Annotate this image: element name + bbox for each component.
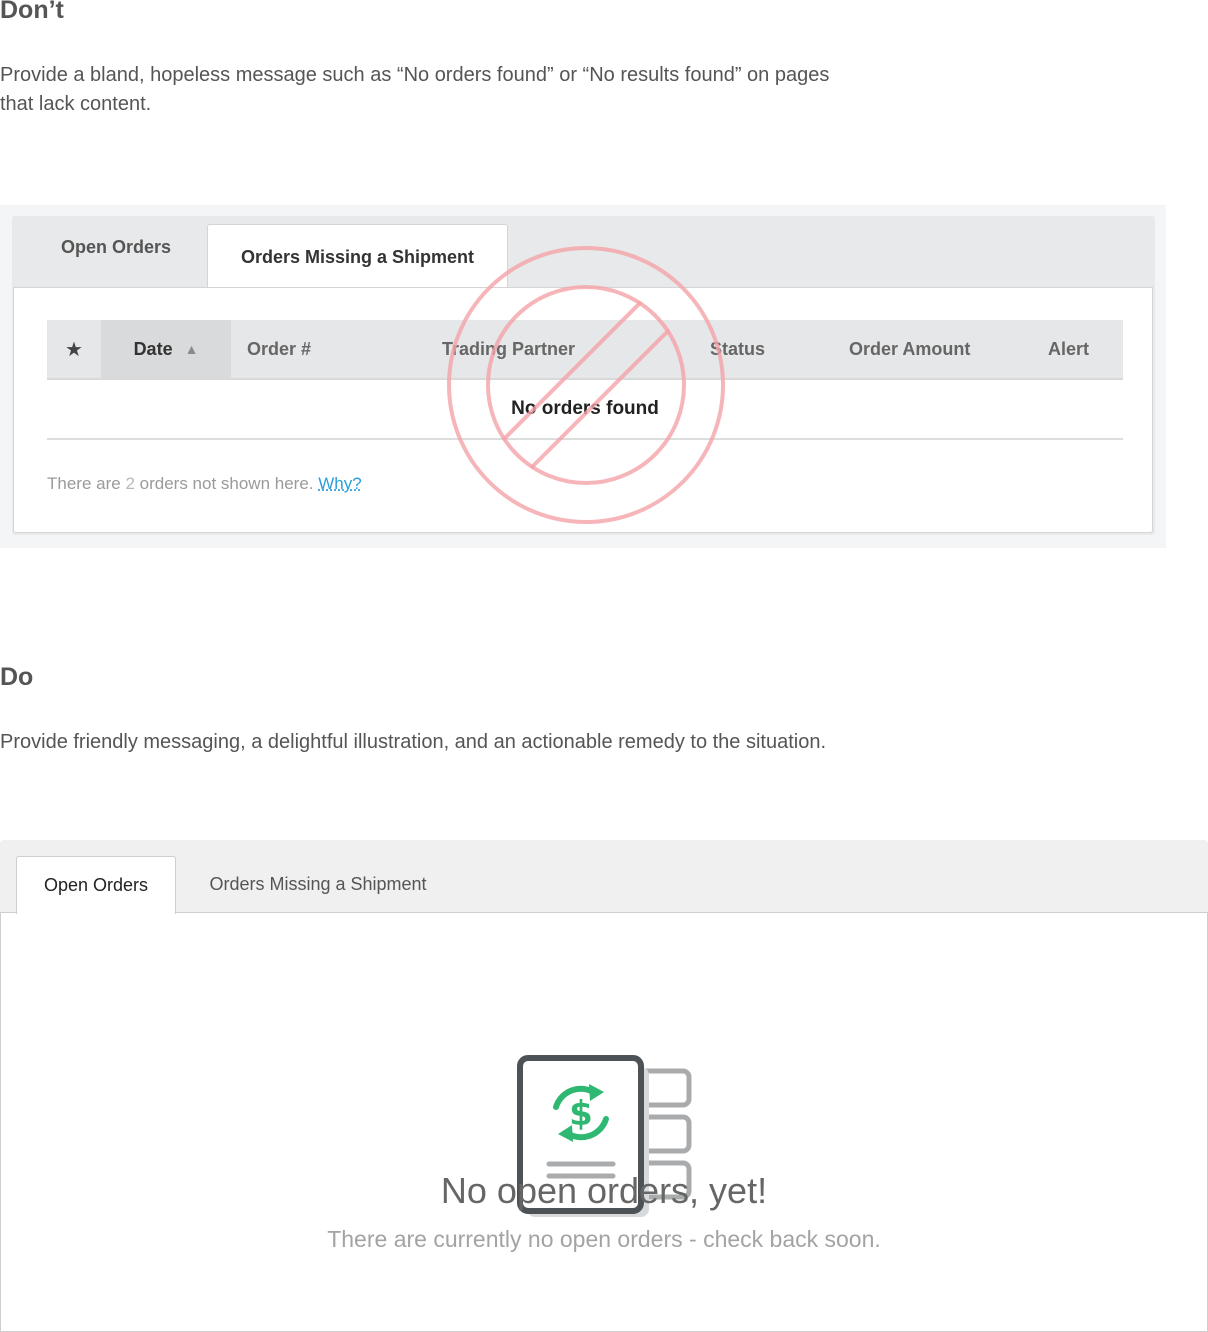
do-heading: Do bbox=[0, 663, 34, 691]
hidden-orders-suffix: orders not shown here. bbox=[134, 474, 319, 493]
tab-open-orders[interactable]: Open Orders bbox=[26, 216, 206, 288]
dont-heading: Don’t bbox=[0, 0, 64, 24]
hidden-orders-prefix: There are bbox=[47, 474, 126, 493]
hidden-orders-count: 2 bbox=[125, 474, 135, 493]
column-header-date[interactable]: Date ▲ bbox=[101, 320, 231, 378]
svg-text:$: $ bbox=[569, 1094, 593, 1134]
column-header-order-amount[interactable]: Order Amount bbox=[849, 320, 970, 378]
column-header-date-label: Date bbox=[133, 338, 173, 359]
favorite-column-header[interactable]: ★ bbox=[47, 320, 101, 378]
star-icon: ★ bbox=[65, 338, 83, 361]
sort-ascending-icon: ▲ bbox=[184, 341, 199, 357]
empty-state-subtitle: There are currently no open orders - che… bbox=[327, 1226, 881, 1252]
tab-open-orders[interactable]: Open Orders bbox=[16, 856, 176, 914]
dont-description: Provide a bland, hopeless message such a… bbox=[0, 64, 830, 115]
do-orders-widget: Open Orders Orders Missing a Shipment $ bbox=[0, 840, 1208, 1332]
hidden-orders-note: There are 2 orders not shown here. Why? bbox=[47, 474, 362, 494]
column-header-order-number[interactable]: Order # bbox=[247, 320, 311, 378]
do-description: Provide friendly messaging, a delightful… bbox=[0, 731, 827, 753]
prohibited-sign-icon bbox=[447, 246, 725, 524]
why-link[interactable]: Why? bbox=[318, 474, 361, 493]
empty-state-panel: $ bbox=[0, 912, 1208, 1332]
tab-orders-missing-shipment[interactable]: Orders Missing a Shipment bbox=[178, 856, 458, 913]
column-header-alert[interactable]: Alert bbox=[1048, 320, 1089, 378]
empty-state-title: No open orders, yet! bbox=[440, 1170, 768, 1211]
